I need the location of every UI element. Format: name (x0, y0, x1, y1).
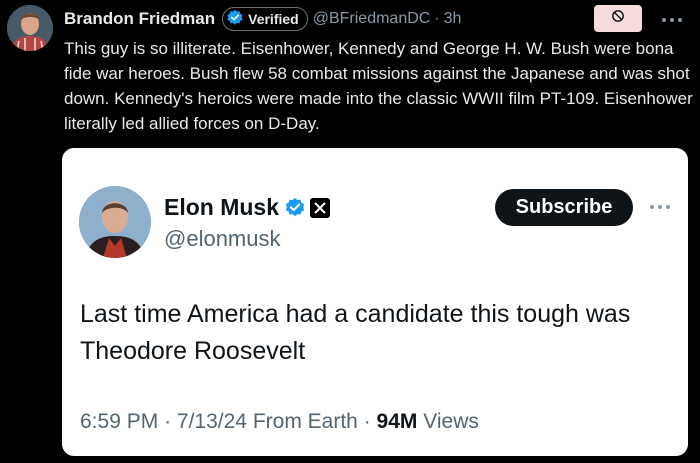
meta-separator: · (164, 410, 172, 433)
verified-label: Verified (248, 11, 299, 27)
quoted-author-name[interactable]: Elon Musk (164, 194, 279, 221)
author-avatar[interactable] (7, 5, 53, 51)
meta-separator: · (363, 410, 371, 433)
verified-badge-icon (226, 9, 244, 30)
quoted-tweet-card[interactable]: Elon Musk @elonmusk Subscribe Last time … (62, 148, 688, 456)
views-label[interactable]: Views (423, 410, 479, 433)
quoted-tweet-text: Last time America had a candidate this t… (80, 300, 631, 365)
quoted-tweet-meta: 6:59 PM · 7/13/24 From Earth · 94M Views (80, 410, 479, 434)
mute-icon (611, 9, 625, 28)
tweet-time[interactable]: 3h (444, 10, 462, 28)
views-count: 94M (376, 410, 418, 433)
author-name[interactable]: Brandon Friedman (64, 9, 215, 29)
mute-button[interactable] (594, 5, 642, 32)
quoted-avatar[interactable] (79, 186, 151, 258)
more-options-button[interactable] (656, 5, 688, 32)
verified-badge-icon (284, 197, 306, 219)
quoted-source: From Earth (252, 410, 358, 433)
tweet-screenshot: { "tweet": { "author_name": "Brandon Fri… (0, 0, 700, 463)
quoted-date[interactable]: 7/13/24 (177, 410, 247, 433)
quoted-more-button[interactable] (646, 198, 674, 214)
quoted-name-row: Elon Musk (164, 194, 331, 221)
author-handle[interactable]: @BFriedmanDC (313, 10, 431, 28)
more-icon (661, 10, 683, 28)
tweet-header: Brandon Friedman Verified @BFriedmanDC ·… (64, 7, 461, 31)
more-icon (649, 197, 671, 215)
x-logo-icon (310, 197, 331, 218)
header-separator: · (434, 10, 440, 27)
quoted-author-handle[interactable]: @elonmusk (164, 226, 281, 252)
tweet-text: This guy is so illiterate. Eisenhower, K… (64, 39, 693, 133)
subscribe-button[interactable]: Subscribe (495, 189, 633, 226)
verified-badge[interactable]: Verified (222, 7, 308, 31)
quoted-time[interactable]: 6:59 PM (80, 410, 158, 433)
